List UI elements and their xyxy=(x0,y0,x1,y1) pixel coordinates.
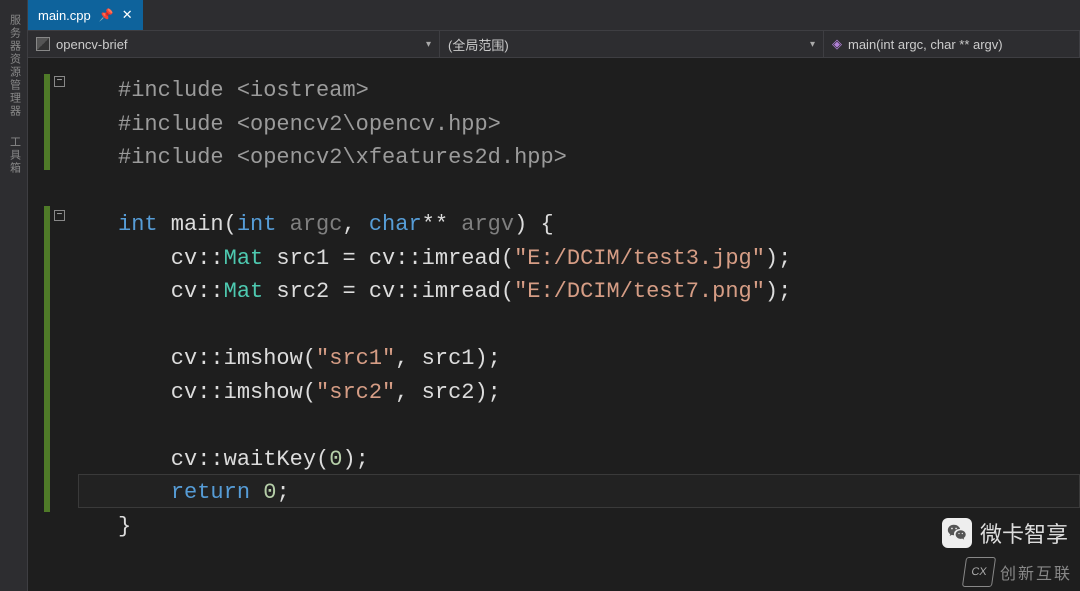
wechat-icon xyxy=(942,518,972,548)
scope-mid-label: (全局范围) xyxy=(448,35,509,54)
file-tab-main-cpp[interactable]: main.cpp 📌 ✕ xyxy=(28,0,143,30)
tab-label: main.cpp xyxy=(38,8,91,23)
code-editor[interactable]: − − #include <iostream> #include <opencv… xyxy=(28,58,1080,591)
close-icon[interactable]: ✕ xyxy=(122,7,133,23)
footer-logo: CX 创新互联 xyxy=(964,557,1072,587)
app-root: 服务器资源管理器 工具箱 main.cpp 📌 ✕ opencv-brief ▾… xyxy=(0,0,1080,591)
gutter: − − xyxy=(28,58,78,591)
fold-toggle-icon[interactable]: − xyxy=(54,210,65,221)
footer-logo-text: 创新互联 xyxy=(1000,560,1072,584)
scope-left-label: opencv-brief xyxy=(56,37,128,52)
watermark-text: 微卡智享 xyxy=(980,517,1068,549)
scope-right-label: main(int argc, char ** argv) xyxy=(848,37,1003,52)
sidebar-panel-server-explorer[interactable]: 服务器资源管理器 xyxy=(6,14,22,118)
chevron-down-icon: ▾ xyxy=(810,39,815,50)
sidebar: 服务器资源管理器 工具箱 xyxy=(0,0,28,591)
function-icon: ◈ xyxy=(832,36,842,52)
chevron-down-icon: ▾ xyxy=(426,39,431,50)
scope-dropdown-project[interactable]: opencv-brief ▾ xyxy=(28,31,440,57)
project-icon xyxy=(36,37,50,51)
source-code[interactable]: #include <iostream> #include <opencv2\op… xyxy=(118,74,791,543)
tab-bar: main.cpp 📌 ✕ xyxy=(28,0,1080,30)
change-marker xyxy=(44,74,50,170)
scope-dropdown-global[interactable]: (全局范围) ▾ xyxy=(440,31,824,57)
watermark: 微卡智享 xyxy=(942,517,1068,549)
change-marker xyxy=(44,206,50,512)
pin-icon[interactable]: 📌 xyxy=(99,8,114,22)
logo-badge-icon: CX xyxy=(962,557,996,587)
code-content[interactable]: #include <iostream> #include <opencv2\op… xyxy=(78,58,1080,591)
sidebar-panel-toolbox[interactable]: 工具箱 xyxy=(6,136,22,175)
scope-dropdown-function[interactable]: ◈ main(int argc, char ** argv) xyxy=(824,31,1080,57)
navigation-bar: opencv-brief ▾ (全局范围) ▾ ◈ main(int argc, … xyxy=(28,30,1080,58)
fold-toggle-icon[interactable]: − xyxy=(54,76,65,87)
main-area: main.cpp 📌 ✕ opencv-brief ▾ (全局范围) ▾ ◈ ma… xyxy=(28,0,1080,591)
